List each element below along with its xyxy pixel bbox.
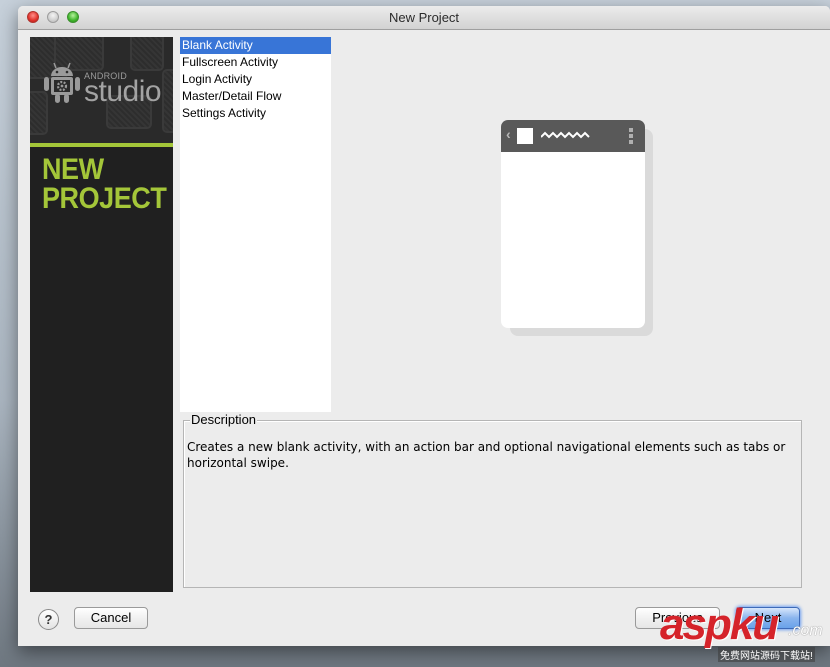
- list-item-blank-activity[interactable]: Blank Activity: [180, 37, 331, 54]
- window-title: New Project: [388, 10, 460, 25]
- help-button[interactable]: ?: [38, 609, 59, 630]
- wizard-sidebar: ANDROID studio NEW PROJECT: [30, 37, 173, 592]
- sidebar-heading-line2: PROJECT: [42, 182, 167, 215]
- list-item-fullscreen-activity[interactable]: Fullscreen Activity: [180, 54, 331, 71]
- list-item-login-activity[interactable]: Login Activity: [180, 71, 331, 88]
- cancel-button[interactable]: Cancel: [74, 607, 148, 629]
- action-bar-mockup: ‹: [501, 120, 645, 152]
- android-robot-icon: [44, 62, 80, 103]
- sidebar-heading: NEW PROJECT: [42, 153, 167, 215]
- next-button[interactable]: Next: [736, 607, 800, 629]
- description-legend: Description: [190, 412, 258, 427]
- device-tile-decoration: [130, 37, 164, 71]
- brand-large-text: studio: [84, 75, 162, 108]
- new-project-window: New Project ANDROID studio NEW PROJECT B…: [18, 6, 830, 646]
- list-item-master-detail-flow[interactable]: Master/Detail Flow: [180, 88, 331, 105]
- overflow-menu-icon: [629, 128, 633, 146]
- back-chevron-icon: ‹: [506, 126, 511, 142]
- accent-divider: [30, 143, 173, 147]
- description-group: Description Creates a new blank activity…: [183, 412, 802, 588]
- list-item-settings-activity[interactable]: Settings Activity: [180, 105, 331, 122]
- sidebar-heading-line1: NEW: [42, 153, 104, 186]
- watermark-tagline: 免费网站源码下载站!: [718, 647, 815, 662]
- sidebar-banner: ANDROID studio: [30, 37, 173, 143]
- device-tile-decoration: [162, 69, 173, 133]
- title-placeholder-icon: [541, 131, 590, 139]
- activity-template-list[interactable]: Blank Activity Fullscreen Activity Login…: [180, 37, 331, 412]
- phone-screen-mockup: ‹: [501, 120, 645, 328]
- previous-button[interactable]: Previous: [635, 607, 720, 629]
- app-icon: [517, 128, 533, 144]
- description-text: Creates a new blank activity, with an ac…: [187, 440, 786, 470]
- activity-preview: ‹: [501, 120, 653, 336]
- title-bar: New Project: [18, 6, 830, 30]
